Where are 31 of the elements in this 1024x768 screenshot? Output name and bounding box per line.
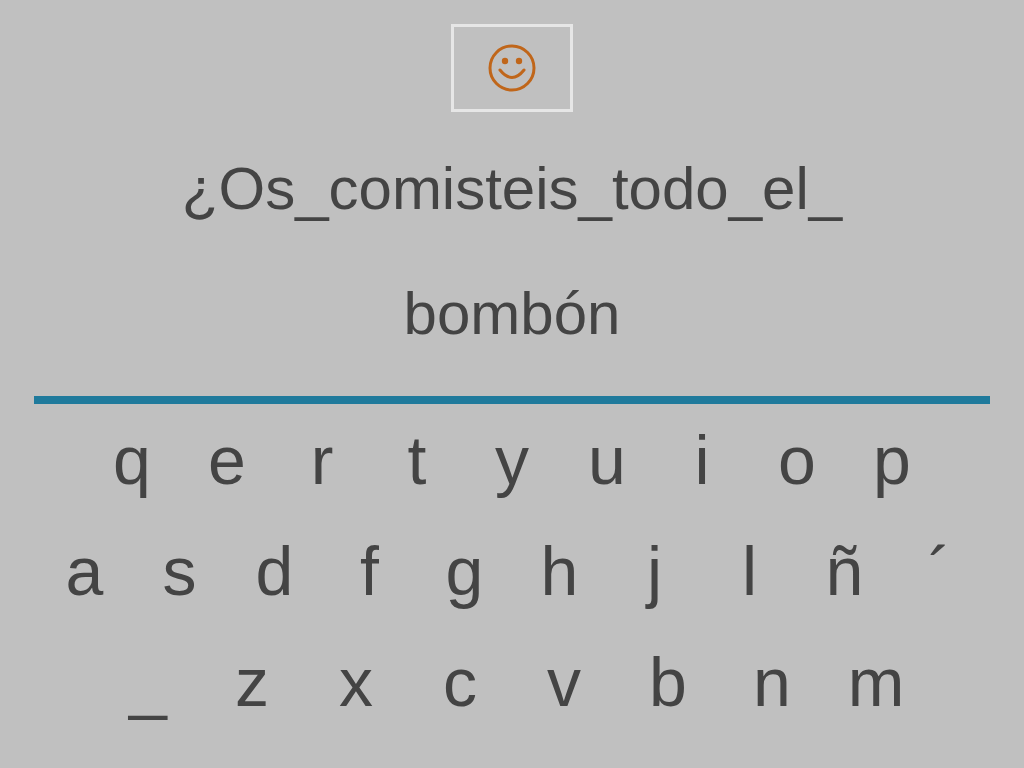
letter-key[interactable]: ñ — [797, 520, 892, 621]
letter-key[interactable]: n — [720, 631, 824, 732]
letter-key[interactable]: l — [702, 520, 797, 621]
letter-key[interactable]: _ — [96, 631, 200, 732]
letter-key[interactable]: c — [408, 631, 512, 732]
letter-key[interactable]: b — [616, 631, 720, 732]
letter-key[interactable]: h — [512, 520, 607, 621]
letter-key[interactable]: e — [179, 409, 275, 510]
prompt-text: ¿Os_comisteis_todo_el_ — [181, 154, 843, 224]
letter-key[interactable]: z — [200, 631, 304, 732]
letter-key[interactable]: x — [304, 631, 408, 732]
smiley-icon — [487, 43, 537, 93]
letter-key[interactable]: u — [559, 409, 655, 510]
letter-key[interactable]: d — [227, 520, 322, 621]
prompt-text: bombón — [403, 279, 621, 349]
letter-key[interactable]: q — [84, 409, 180, 510]
hint-button[interactable] — [451, 24, 573, 112]
letter-key[interactable]: g — [417, 520, 512, 621]
letter-key[interactable]: s — [132, 520, 227, 621]
letter-key[interactable]: t — [369, 409, 465, 510]
letter-key[interactable]: m — [824, 631, 928, 732]
letter-key[interactable]: ´ — [892, 520, 987, 621]
letter-key[interactable]: a — [37, 520, 132, 621]
letter-key[interactable]: p — [844, 409, 940, 510]
letter-key[interactable]: r — [274, 409, 370, 510]
letter-key[interactable]: o — [749, 409, 845, 510]
letter-key[interactable]: f — [322, 520, 417, 621]
letter-key[interactable]: i — [654, 409, 750, 510]
letter-key[interactable]: j — [607, 520, 702, 621]
letter-key[interactable]: v — [512, 631, 616, 732]
letter-key[interactable]: y — [464, 409, 560, 510]
